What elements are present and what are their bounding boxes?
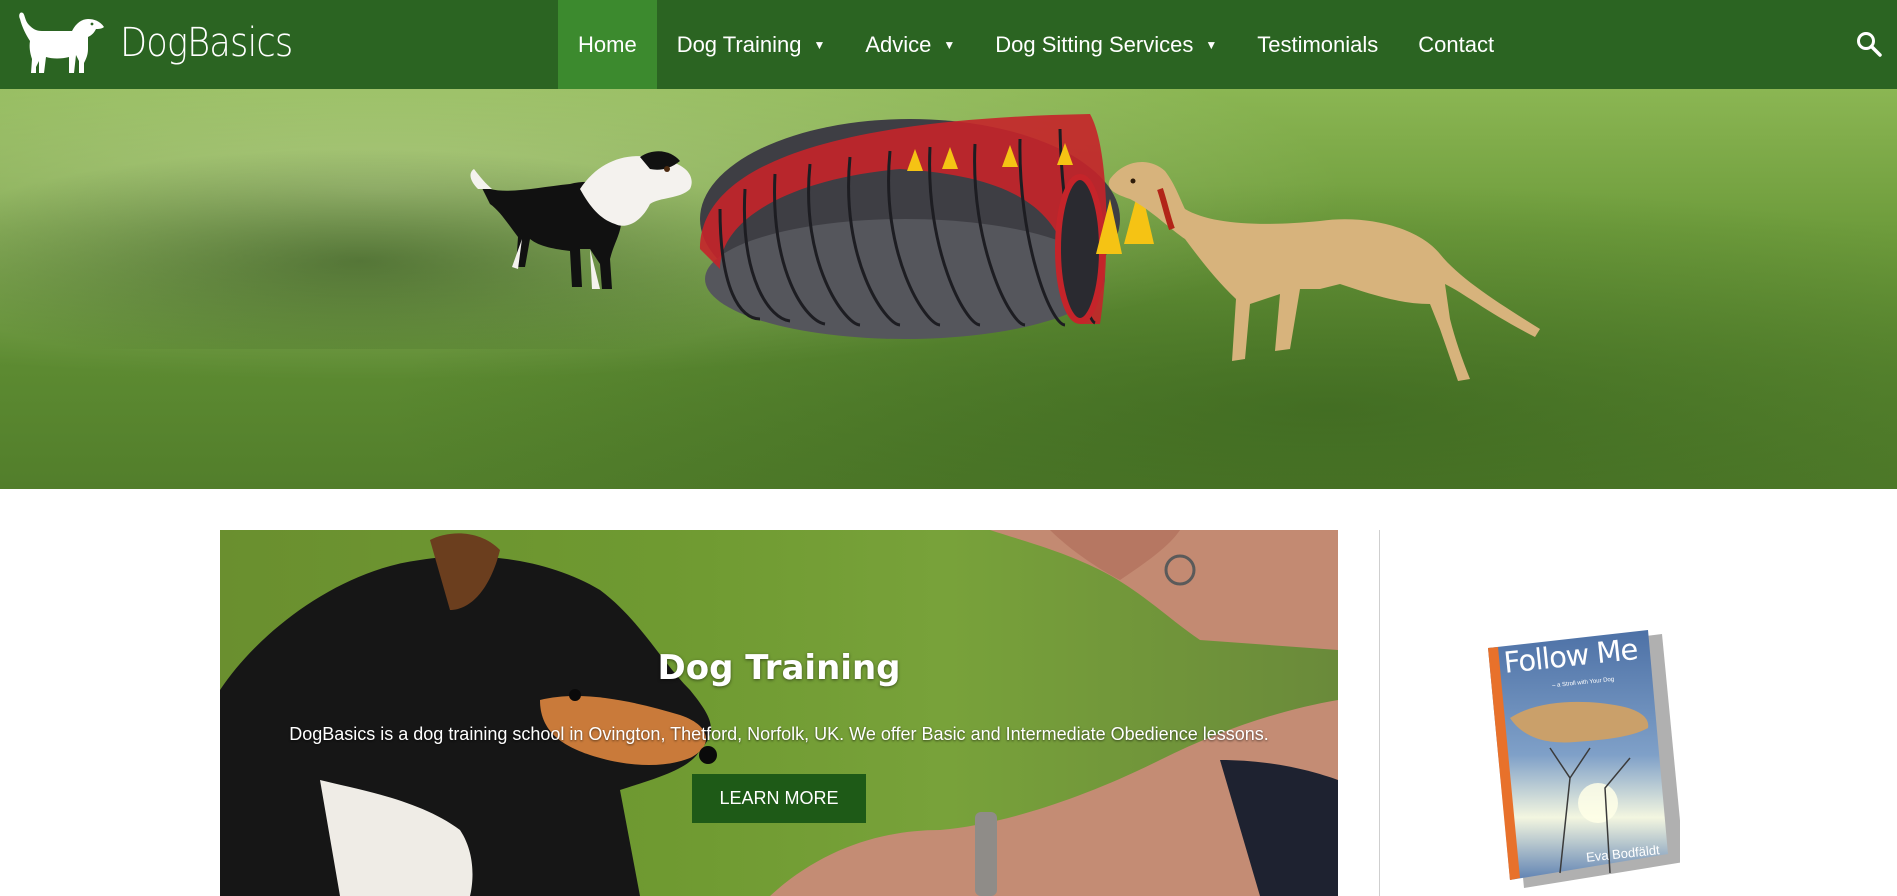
- dog-logo-icon: [19, 12, 104, 74]
- nav-item-dog-sitting-services[interactable]: Dog Sitting Services ▼: [975, 0, 1237, 89]
- caret-down-icon: ▼: [1205, 37, 1218, 52]
- site-logo[interactable]: DogBasics: [16, 8, 316, 78]
- nav-item-home[interactable]: Home: [558, 0, 657, 89]
- feature-description: DogBasics is a dog training school in Ov…: [289, 724, 1269, 744]
- nav-item-label: Advice: [865, 31, 932, 57]
- brand-name: DogBasics: [120, 20, 293, 66]
- caret-down-icon: ▼: [943, 37, 956, 52]
- nav-item-label: Home: [578, 31, 637, 57]
- feature-photo-puppy-training: [220, 530, 1338, 896]
- nav-item-label: Dog Training: [676, 31, 802, 57]
- nav-item-advice[interactable]: Advice ▼: [845, 0, 975, 89]
- border-collie-dog: [470, 151, 692, 289]
- caret-down-icon: ▼: [813, 37, 826, 52]
- learn-more-button[interactable]: LEARN MORE: [692, 774, 866, 823]
- nav-item-testimonials[interactable]: Testimonials: [1237, 0, 1398, 89]
- hero-photo-dogs-agility-tunnel: [470, 114, 1540, 381]
- nav-item-label: Testimonials: [1257, 31, 1379, 57]
- nav-item-label: Contact: [1418, 31, 1495, 57]
- search-icon: [1857, 32, 1882, 57]
- sidebar-divider: [1379, 530, 1380, 896]
- nav-item-contact[interactable]: Contact: [1398, 0, 1514, 89]
- nav-item-label: Dog Sitting Services: [995, 31, 1194, 57]
- hero-banner: [0, 89, 1897, 489]
- agility-tunnel: [700, 114, 1120, 339]
- yellow-labrador-dog: [1108, 161, 1540, 381]
- search-button[interactable]: [1855, 30, 1883, 58]
- feature-title: Dog Training: [657, 648, 901, 688]
- site-header: DogBasics Home Dog Training ▼ Advice ▼ D…: [0, 0, 1897, 89]
- main-nav: Home Dog Training ▼ Advice ▼ Dog Sitting…: [558, 0, 1514, 89]
- book-cover-follow-me[interactable]: Follow Me – a Stroll with Your Dog Eva B…: [1480, 628, 1680, 888]
- nav-item-dog-training[interactable]: Dog Training ▼: [657, 0, 846, 89]
- feature-dog-training: Dog Training DogBasics is a dog training…: [220, 530, 1338, 896]
